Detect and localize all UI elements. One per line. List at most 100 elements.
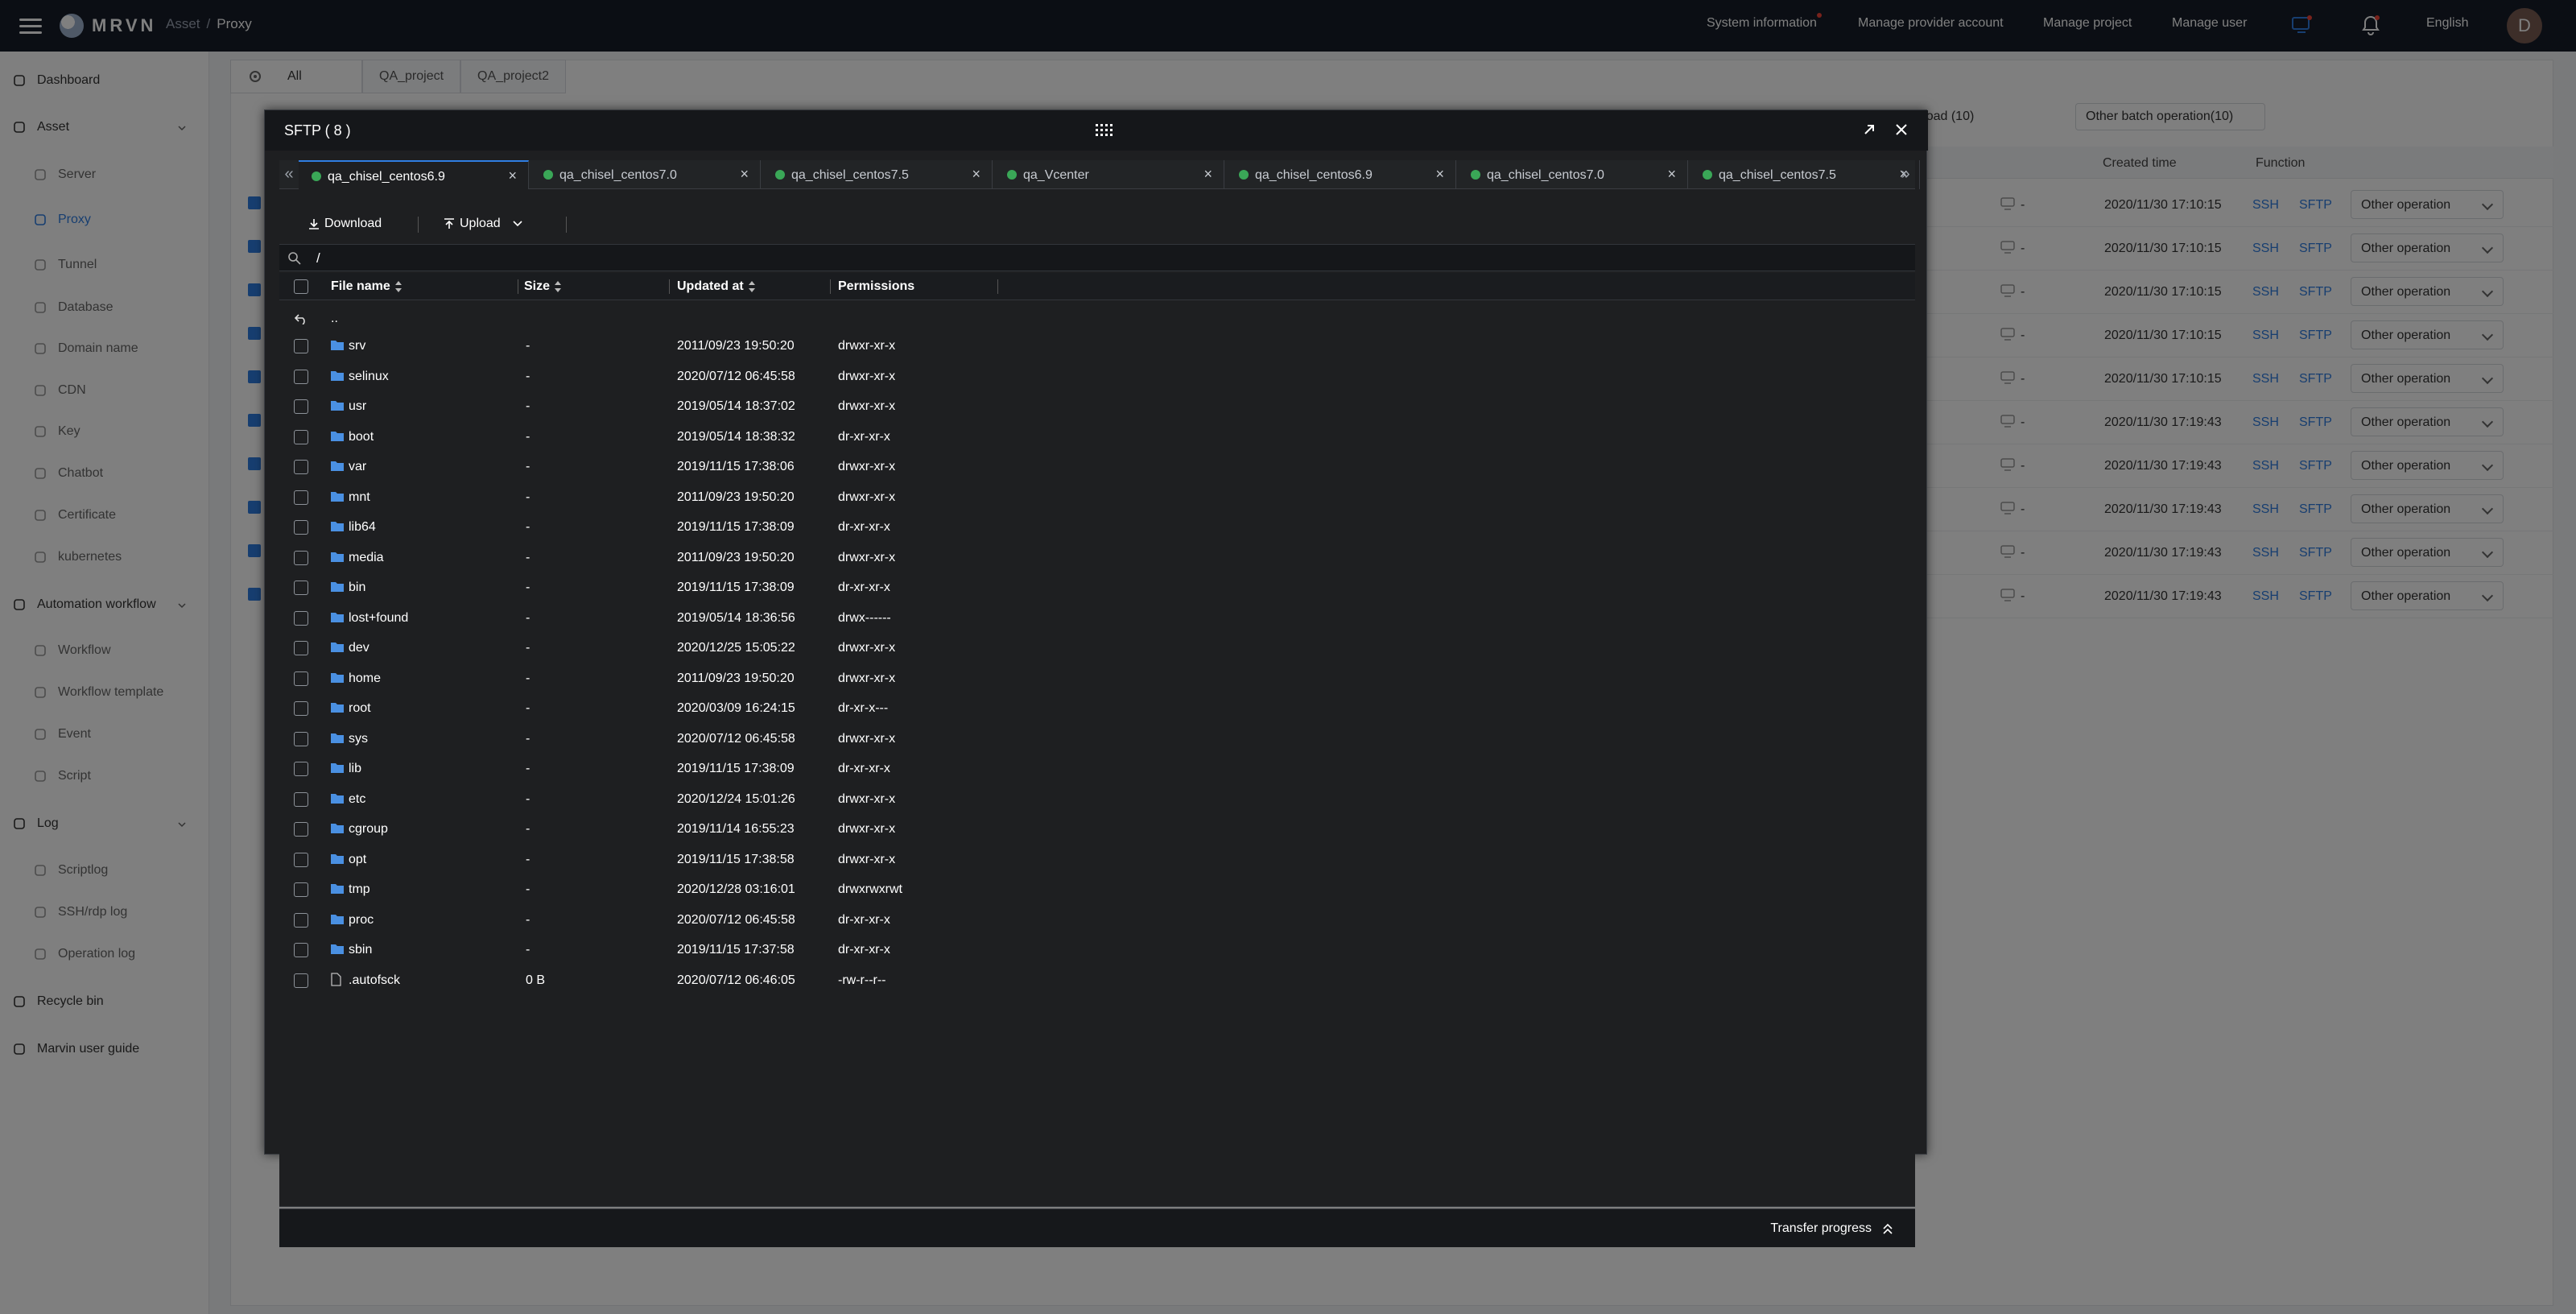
file-name[interactable]: mnt	[349, 490, 370, 505]
row-checkbox[interactable]	[294, 490, 308, 505]
select-all-checkbox[interactable]	[294, 279, 308, 294]
close-tab-icon[interactable]: ×	[508, 167, 517, 184]
session-tab[interactable]: qa_chisel_centos7.5 ×	[1690, 160, 1920, 189]
file-row[interactable]: usr - 2019/05/14 18:37:02 drwxr-xr-x	[279, 391, 1915, 422]
file-row[interactable]: .autofsck 0 B 2020/07/12 06:46:05 -rw-r--r-…	[279, 965, 1915, 996]
file-row[interactable]: bin - 2019/11/15 17:38:09 dr-xr-xr-x	[279, 572, 1915, 603]
row-checkbox[interactable]	[294, 520, 308, 535]
file-row[interactable]: etc - 2020/12/24 15:01:26 drwxr-xr-x	[279, 784, 1915, 815]
file-row[interactable]: boot - 2019/05/14 18:38:32 dr-xr-xr-x	[279, 422, 1915, 452]
file-name[interactable]: sbin	[349, 943, 372, 957]
file-name[interactable]: tmp	[349, 882, 370, 897]
row-checkbox[interactable]	[294, 912, 308, 928]
file-permissions: drwxrwxrwt	[838, 882, 902, 896]
row-checkbox[interactable]	[294, 429, 308, 444]
parent-directory-row[interactable]: ..	[279, 304, 1915, 334]
file-name[interactable]: lost+found	[349, 611, 408, 626]
file-row[interactable]: lost+found - 2019/05/14 18:36:56 drwx------	[279, 603, 1915, 634]
row-checkbox[interactable]	[294, 731, 308, 746]
file-name[interactable]: home	[349, 671, 381, 686]
session-tab[interactable]: qa_chisel_centos6.9 ×	[299, 160, 529, 189]
file-row[interactable]: srv - 2011/09/23 19:50:20 drwxr-xr-x	[279, 331, 1915, 362]
row-checkbox[interactable]	[294, 581, 308, 595]
file-size: -	[526, 399, 530, 413]
file-permissions: drwxr-xr-x	[838, 399, 896, 413]
row-checkbox[interactable]	[294, 762, 308, 776]
row-checkbox[interactable]	[294, 369, 308, 384]
path-input[interactable]: /	[316, 250, 320, 267]
file-row[interactable]: home - 2011/09/23 19:50:20 drwxr-xr-x	[279, 663, 1915, 694]
file-name[interactable]: bin	[349, 581, 365, 595]
file-name[interactable]: .autofsck	[349, 973, 400, 988]
filename-header[interactable]: File name	[331, 279, 402, 294]
file-row[interactable]: lib64 - 2019/11/15 17:38:09 dr-xr-xr-x	[279, 512, 1915, 543]
file-row[interactable]: proc - 2020/07/12 06:45:58 dr-xr-xr-x	[279, 905, 1915, 936]
download-button[interactable]: Download	[308, 212, 382, 236]
file-name[interactable]: dev	[349, 641, 369, 655]
close-icon[interactable]	[1893, 121, 1910, 138]
file-row[interactable]: cgroup - 2019/11/14 16:55:23 drwxr-xr-x	[279, 814, 1915, 845]
file-updated: 2011/09/23 19:50:20	[677, 339, 795, 353]
row-checkbox[interactable]	[294, 550, 308, 565]
row-checkbox[interactable]	[294, 641, 308, 655]
file-row[interactable]: dev - 2020/12/25 15:05:22 drwxr-xr-x	[279, 633, 1915, 663]
file-row[interactable]: root - 2020/03/09 16:24:15 dr-xr-x---	[279, 693, 1915, 724]
session-tab[interactable]: qa_chisel_centos7.0 ×	[1458, 160, 1688, 189]
row-checkbox[interactable]	[294, 701, 308, 716]
file-row[interactable]: sys - 2020/07/12 06:45:58 drwxr-xr-x	[279, 724, 1915, 754]
close-tab-icon[interactable]: ×	[740, 166, 749, 183]
file-name[interactable]: opt	[349, 853, 366, 867]
file-row[interactable]: var - 2019/11/15 17:38:06 drwxr-xr-x	[279, 452, 1915, 482]
row-checkbox[interactable]	[294, 339, 308, 353]
size-header[interactable]: Size	[524, 279, 562, 294]
row-checkbox[interactable]	[294, 852, 308, 867]
file-name[interactable]: sys	[349, 732, 368, 746]
file-name[interactable]: srv	[349, 339, 365, 353]
chevron-double-up-icon[interactable]	[1881, 1222, 1894, 1235]
upload-button[interactable]: Upload	[444, 212, 528, 236]
file-row[interactable]: opt - 2019/11/15 17:38:58 drwxr-xr-x	[279, 845, 1915, 875]
path-bar[interactable]: /	[279, 244, 1915, 271]
row-checkbox[interactable]	[294, 460, 308, 474]
close-tab-icon[interactable]: ×	[972, 166, 980, 183]
file-name[interactable]: selinux	[349, 370, 389, 384]
file-name[interactable]: etc	[349, 792, 365, 807]
file-row[interactable]: selinux - 2020/07/12 06:45:58 drwxr-xr-x	[279, 362, 1915, 392]
file-row[interactable]: tmp - 2020/12/28 03:16:01 drwxrwxrwt	[279, 874, 1915, 905]
row-checkbox[interactable]	[294, 671, 308, 686]
tab-scroll-right-icon[interactable]: »	[1896, 160, 1915, 189]
row-checkbox[interactable]	[294, 822, 308, 837]
file-row[interactable]: lib - 2019/11/15 17:38:09 dr-xr-xr-x	[279, 754, 1915, 784]
file-name[interactable]: cgroup	[349, 822, 388, 837]
row-checkbox[interactable]	[294, 973, 308, 988]
row-checkbox[interactable]	[294, 791, 308, 807]
file-name[interactable]: var	[349, 460, 366, 474]
session-tab[interactable]: qa_chisel_centos6.9 ×	[1226, 160, 1456, 189]
modal-title-bar: SFTP ( 8 )	[265, 110, 1928, 151]
file-name[interactable]: usr	[349, 399, 366, 414]
transfer-progress-button[interactable]: Transfer progress	[1770, 1221, 1872, 1236]
file-name[interactable]: lib	[349, 762, 361, 776]
updated-header[interactable]: Updated at	[677, 279, 755, 294]
file-name[interactable]: root	[349, 701, 371, 716]
file-name[interactable]: media	[349, 551, 384, 565]
session-tab[interactable]: qa_Vcenter ×	[994, 160, 1224, 189]
file-name[interactable]: lib64	[349, 520, 376, 535]
row-checkbox[interactable]	[294, 882, 308, 897]
session-tab[interactable]: qa_chisel_centos7.0 ×	[530, 160, 761, 189]
close-tab-icon[interactable]: ×	[1667, 166, 1676, 183]
file-row[interactable]: mnt - 2011/09/23 19:50:20 drwxr-xr-x	[279, 482, 1915, 513]
close-tab-icon[interactable]: ×	[1435, 166, 1444, 183]
file-name[interactable]: proc	[349, 913, 374, 928]
tab-scroll-left-icon[interactable]: «	[279, 160, 299, 189]
popout-icon[interactable]	[1860, 121, 1878, 138]
row-checkbox[interactable]	[294, 610, 308, 626]
file-row[interactable]: media - 2011/09/23 19:50:20 drwxr-xr-x	[279, 543, 1915, 573]
file-name[interactable]: boot	[349, 430, 374, 444]
drag-grip-icon[interactable]	[1096, 124, 1117, 137]
session-tab[interactable]: qa_chisel_centos7.5 ×	[762, 160, 993, 189]
file-row[interactable]: sbin - 2019/11/15 17:37:58 dr-xr-xr-x	[279, 935, 1915, 965]
row-checkbox[interactable]	[294, 399, 308, 414]
row-checkbox[interactable]	[294, 943, 308, 957]
close-tab-icon[interactable]: ×	[1203, 166, 1212, 183]
